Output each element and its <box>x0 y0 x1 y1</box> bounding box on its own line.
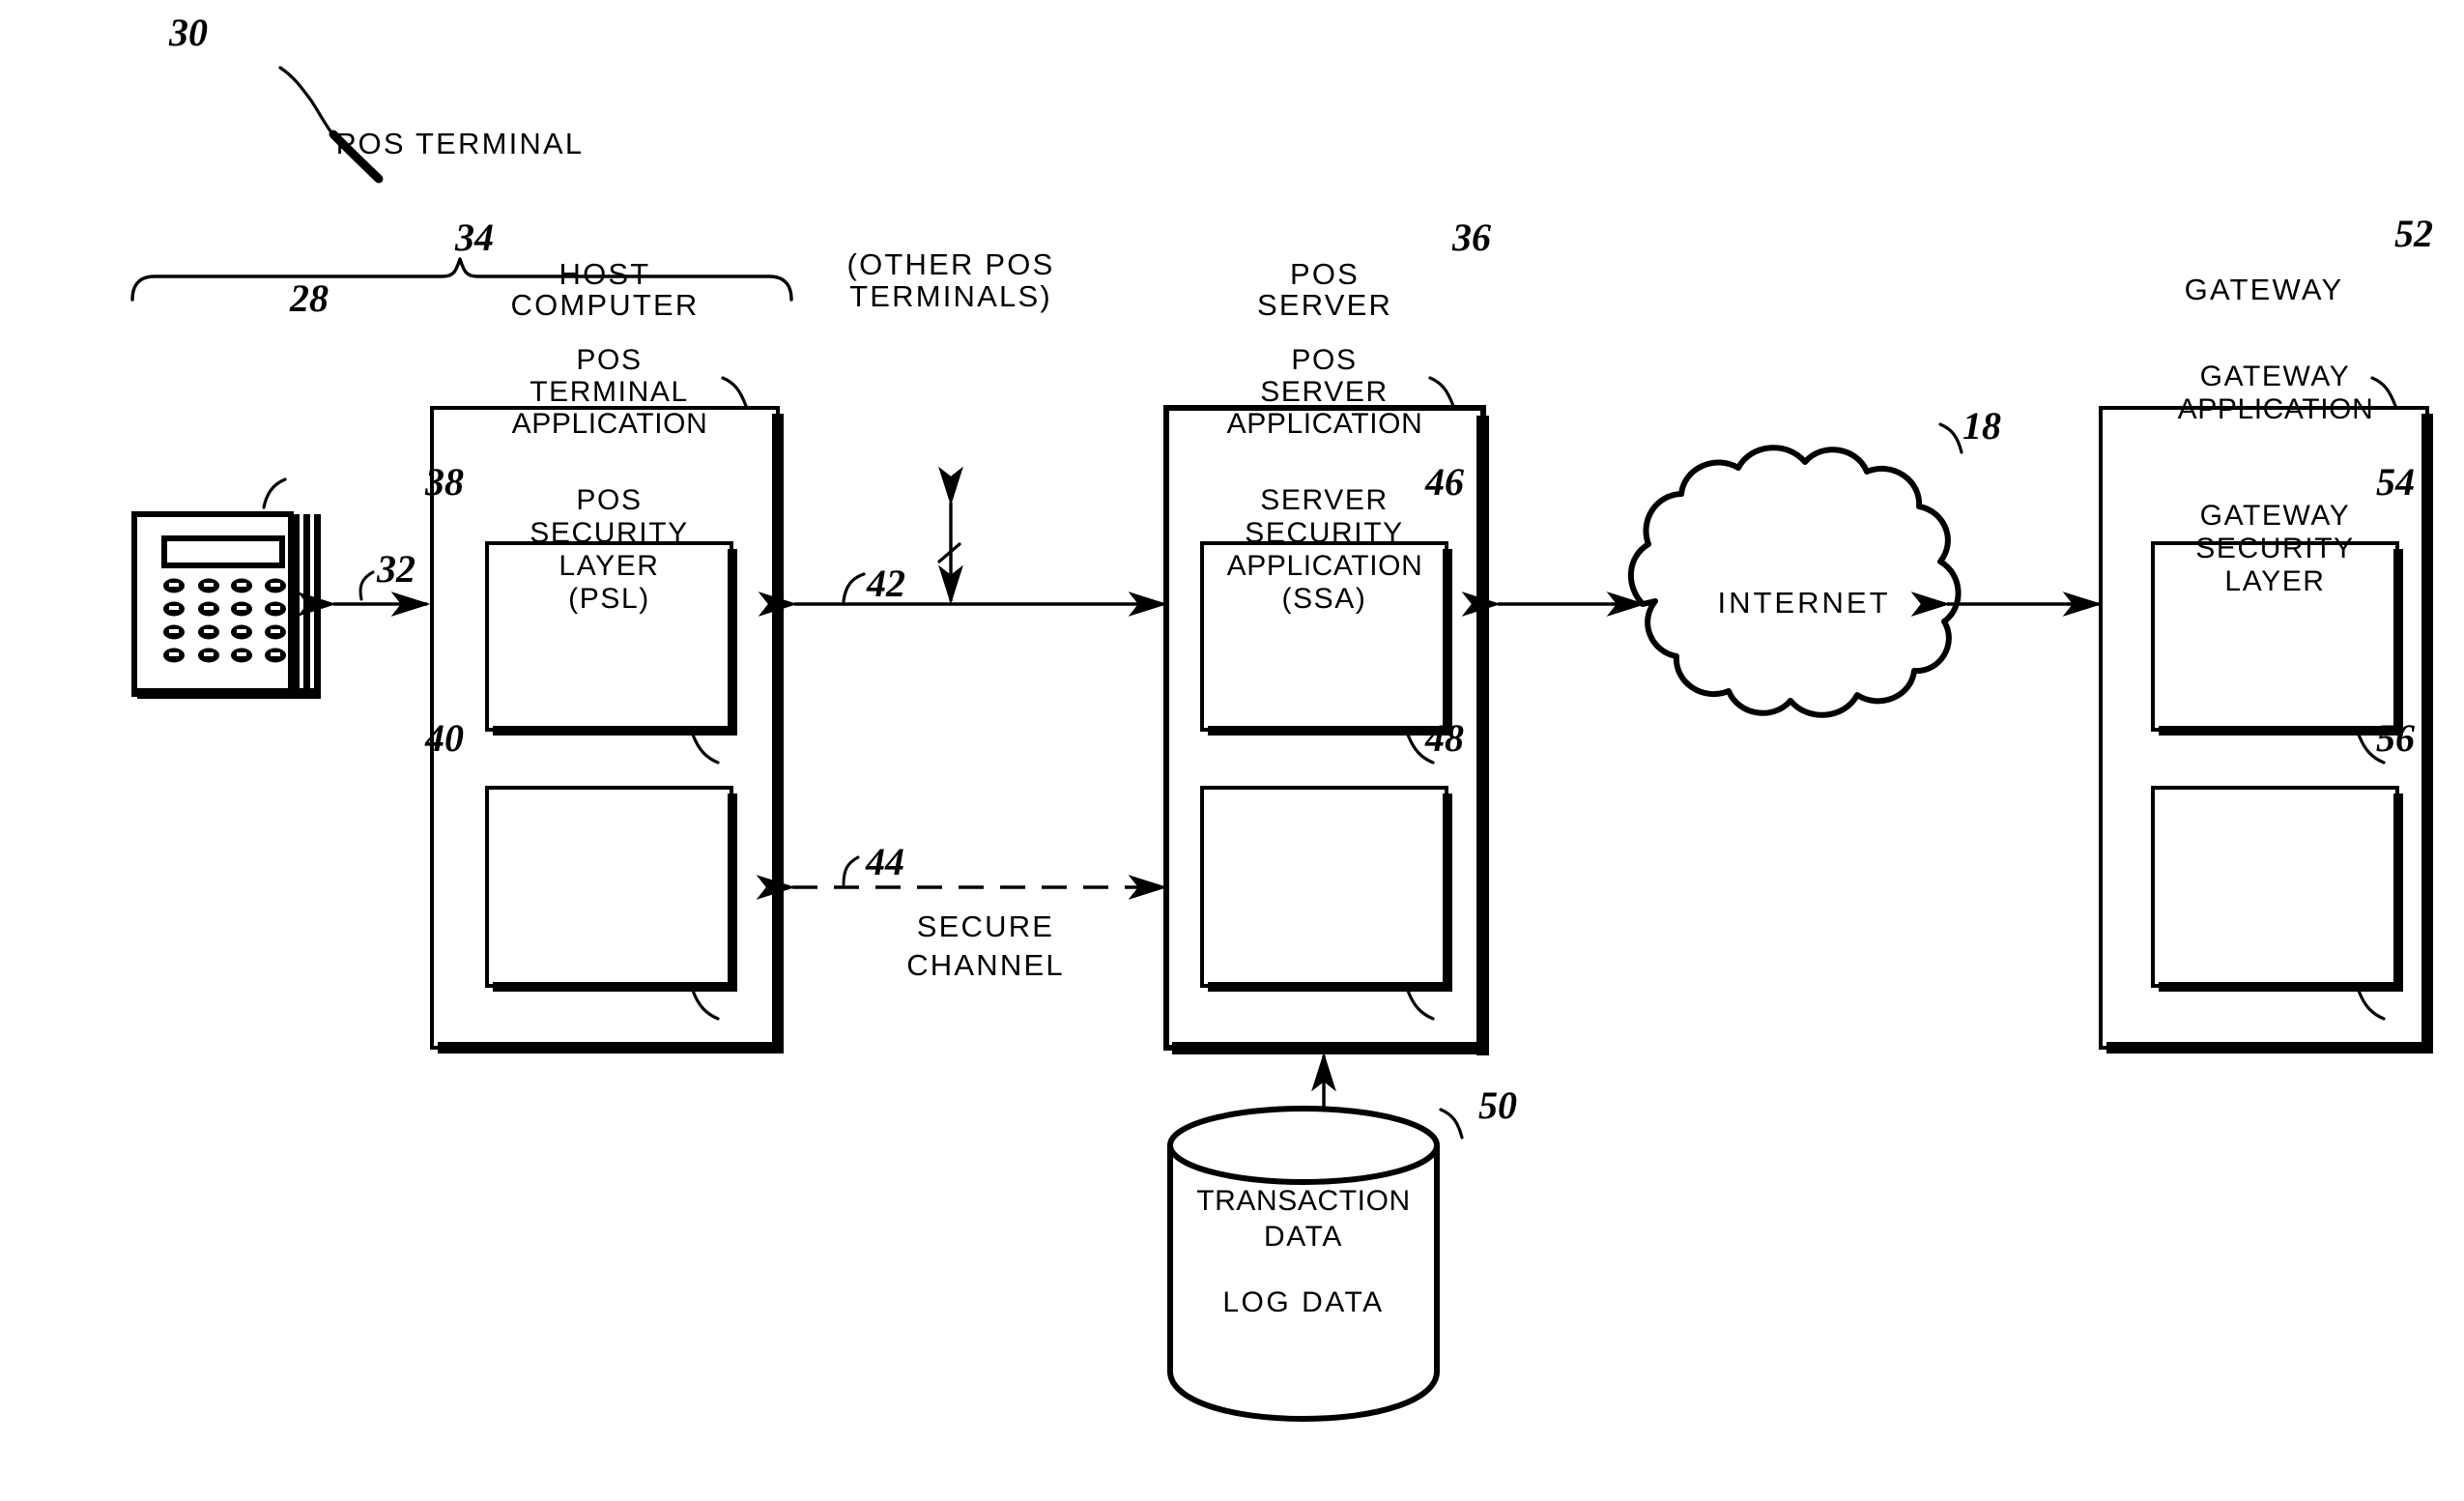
ref-48-server-security-application: 48 <box>1425 716 1464 760</box>
pos-security-layer-box <box>485 786 737 1021</box>
pos-security-layer-line1: POS <box>576 484 643 516</box>
secure-channel-label-line1: SECURE <box>916 909 1055 943</box>
secure-channel-label-line2: CHANNEL <box>906 948 1065 982</box>
ref-28-terminal-device: 28 <box>290 276 329 320</box>
ref-18-internet: 18 <box>1963 404 2001 447</box>
ref-32-terminal-host-link: 32 <box>377 547 415 591</box>
database-line2: DATA <box>1264 1221 1343 1253</box>
pos-security-layer-line2: SECURITY <box>530 517 689 549</box>
server-security-application-box <box>1200 786 1452 1021</box>
server-security-application-line4: (SSA) <box>1281 583 1367 615</box>
patent-figure: 30 POS TERMINAL 28 32 HOST COMPUTER 34 P… <box>0 0 2464 1501</box>
ref-40-pos-security-layer: 40 <box>425 716 464 760</box>
gateway-title: GATEWAY <box>2184 273 2344 306</box>
pos-server-application-line2: SERVER <box>1260 376 1389 408</box>
pos-server-application-line3: APPLICATION <box>1226 408 1423 440</box>
pos-server-application-line1: POS <box>1291 344 1358 376</box>
gateway-security-layer-box <box>2151 786 2403 1021</box>
pos-terminal-application-line3: APPLICATION <box>511 408 708 440</box>
database-cylinder <box>1167 1106 1464 1423</box>
ref-54-gateway-application: 54 <box>2376 460 2415 504</box>
pos-terminal-application-line1: POS <box>576 344 643 376</box>
ref-36-pos-server: 36 <box>1452 216 1491 259</box>
other-pos-terminals-line2: TERMINALS) <box>849 279 1052 313</box>
pos-security-layer-line4: (PSL) <box>568 583 650 615</box>
database-line1: TRANSACTION <box>1196 1185 1411 1217</box>
pos-security-layer-line3: LAYER <box>559 550 660 582</box>
server-security-application-line2: SECURITY <box>1245 517 1404 549</box>
gateway-application-line1: GATEWAY <box>2199 361 2351 392</box>
ref-52-gateway: 52 <box>2394 212 2433 255</box>
pos-terminal-group-label: POS TERMINAL <box>335 127 585 160</box>
internet-cloud <box>1627 422 1963 718</box>
ref-50-database: 50 <box>1478 1083 1517 1127</box>
ref-34-host-computer: 34 <box>455 216 494 259</box>
connection-secure-channel <box>756 855 1168 900</box>
figure-ref-leader <box>278 66 384 184</box>
server-security-application-line3: APPLICATION <box>1226 550 1423 582</box>
gateway-security-layer-line2: SECURITY <box>2195 533 2355 564</box>
pos-terminal-application-line2: TERMINAL <box>530 376 689 408</box>
gateway-security-layer-line3: LAYER <box>2224 565 2326 597</box>
server-security-application-line1: SERVER <box>1260 484 1389 516</box>
host-computer-title-line2: COMPUTER <box>510 288 700 322</box>
pos-server-title-line2: SERVER <box>1256 288 1393 322</box>
gateway-security-layer-line1: GATEWAY <box>2199 500 2351 532</box>
internet-cloud-label: INTERNET <box>1717 586 1891 620</box>
ref-44-secure-channel: 44 <box>866 840 904 883</box>
ref-42-host-server-link: 42 <box>867 562 905 605</box>
figure-ref-30: 30 <box>169 11 208 54</box>
ref-38-pos-terminal-application: 38 <box>425 460 464 504</box>
ref-56-gateway-security-layer: 56 <box>2376 716 2415 760</box>
figure-linework <box>130 66 2433 1423</box>
connection-host-server <box>758 466 1168 617</box>
pos-terminal-device <box>131 477 321 699</box>
database-line3: LOG DATA <box>1222 1286 1385 1318</box>
gateway-application-line2: APPLICATION <box>2177 393 2374 425</box>
